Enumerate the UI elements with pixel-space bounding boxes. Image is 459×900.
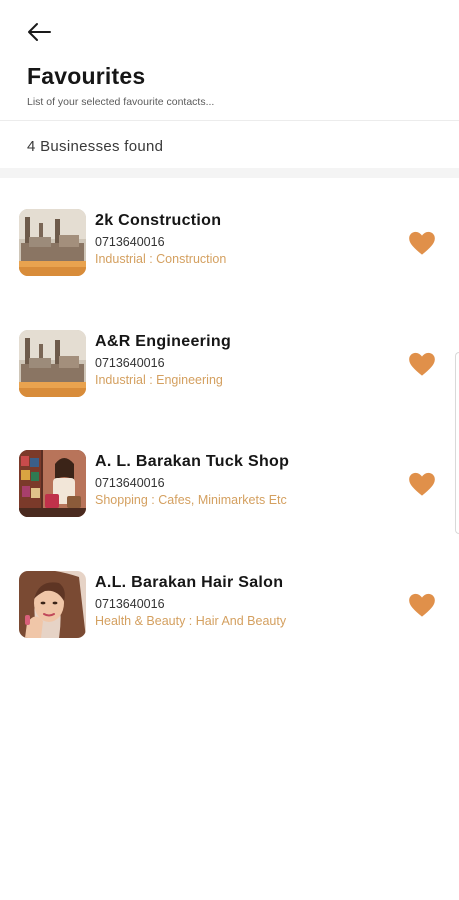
favourite-button[interactable] <box>408 592 436 618</box>
business-name: A&R Engineering <box>95 333 232 350</box>
heart-icon <box>409 352 435 376</box>
business-thumbnail <box>19 330 86 397</box>
business-category: Industrial : Construction <box>95 252 227 266</box>
list-item[interactable]: 2k Construction 0713640016 Industrial : … <box>0 209 459 299</box>
list-item[interactable]: A. L. Barakan Tuck Shop 0713640016 Shopp… <box>0 450 459 540</box>
business-thumbnail <box>19 571 86 638</box>
heart-icon <box>409 593 435 617</box>
business-phone: 0713640016 <box>95 235 165 249</box>
favourite-button[interactable] <box>408 230 436 256</box>
back-button[interactable] <box>22 18 56 46</box>
heart-icon <box>409 231 435 255</box>
business-category: Health & Beauty : Hair And Beauty <box>95 614 287 628</box>
page-subtitle: List of your selected favourite contacts… <box>27 96 215 108</box>
business-thumbnail <box>19 450 86 517</box>
header-divider <box>0 120 459 121</box>
business-thumbnail <box>19 209 86 276</box>
list-item[interactable]: A.L. Barakan Hair Salon 0713640016 Healt… <box>0 571 459 661</box>
shopping-image <box>19 450 86 517</box>
arrow-left-icon <box>28 23 51 41</box>
business-phone: 0713640016 <box>95 476 165 490</box>
favourite-button[interactable] <box>408 471 436 497</box>
section-separator <box>0 168 459 178</box>
business-name: 2k Construction <box>95 212 222 229</box>
business-name: A.L. Barakan Hair Salon <box>95 574 284 591</box>
business-phone: 0713640016 <box>95 356 165 370</box>
business-category: Shopping : Cafes, Minimarkets Etc <box>95 493 287 507</box>
results-count: 4 Businesses found <box>27 138 164 155</box>
industrial-plant-image <box>19 209 86 276</box>
page-title: Favourites <box>27 63 146 89</box>
heart-icon <box>409 472 435 496</box>
beauty-portrait-image <box>19 571 86 638</box>
business-category: Industrial : Engineering <box>95 373 223 387</box>
list-item[interactable]: A&R Engineering 0713640016 Industrial : … <box>0 330 459 420</box>
industrial-plant-image <box>19 330 86 397</box>
favourite-button[interactable] <box>408 351 436 377</box>
business-name: A. L. Barakan Tuck Shop <box>95 453 290 470</box>
business-phone: 0713640016 <box>95 597 165 611</box>
